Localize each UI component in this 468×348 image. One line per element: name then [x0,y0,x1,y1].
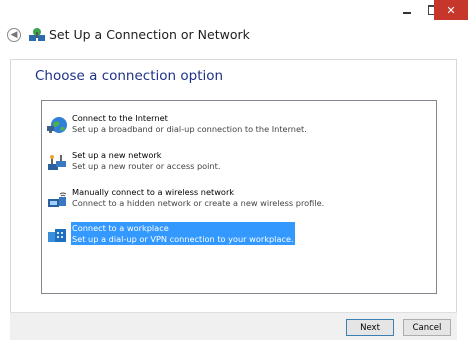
option-new-network[interactable]: Set up a new network Set up a new router… [46,150,220,176]
option-title: Set up a new network [72,150,162,160]
page-heading: Choose a connection option [35,68,224,84]
next-button[interactable]: Next [346,319,394,336]
option-connect-internet[interactable]: Connect to the Internet Set up a broadba… [46,113,307,139]
option-description: Set up a new router or access point. [72,161,221,171]
option-manual-wireless[interactable]: Manually connect to a wireless network C… [46,187,324,213]
back-button[interactable]: ◀ [7,28,21,42]
option-description: Set up a dial-up or VPN connection to yo… [72,234,294,244]
dialog-title: Set Up a Connection or Network [49,27,250,42]
minimize-button[interactable] [394,0,420,20]
option-description: Set up a broadband or dial-up connection… [72,124,307,134]
option-description: Connect to a hidden network or create a … [72,198,325,208]
connection-options-list: Connect to the Internet Set up a broadba… [41,100,437,294]
window-bottom-edge [0,340,468,348]
network-setup-icon [29,28,45,41]
back-arrow-icon: ◀ [10,30,18,40]
option-title: Connect to a workplace [72,223,169,233]
close-icon: ✕ [446,3,456,17]
close-button[interactable]: ✕ [434,0,468,20]
option-title: Manually connect to a wireless network [72,187,235,197]
cancel-button[interactable]: Cancel [403,319,451,336]
title-bar: ✕ [0,0,468,22]
dialog-footer: Next Cancel [10,312,457,341]
option-connect-workplace[interactable]: Connect to a workplace Set up a dial-up … [46,222,295,248]
content-panel: Choose a connection option Connect to th… [10,59,457,314]
option-title: Connect to the Internet [72,113,168,123]
router-network-icon [48,155,66,170]
workplace-vpn-icon [48,229,66,242]
minimize-icon [403,12,411,14]
wireless-network-icon [48,192,67,207]
globe-network-icon [47,117,67,133]
